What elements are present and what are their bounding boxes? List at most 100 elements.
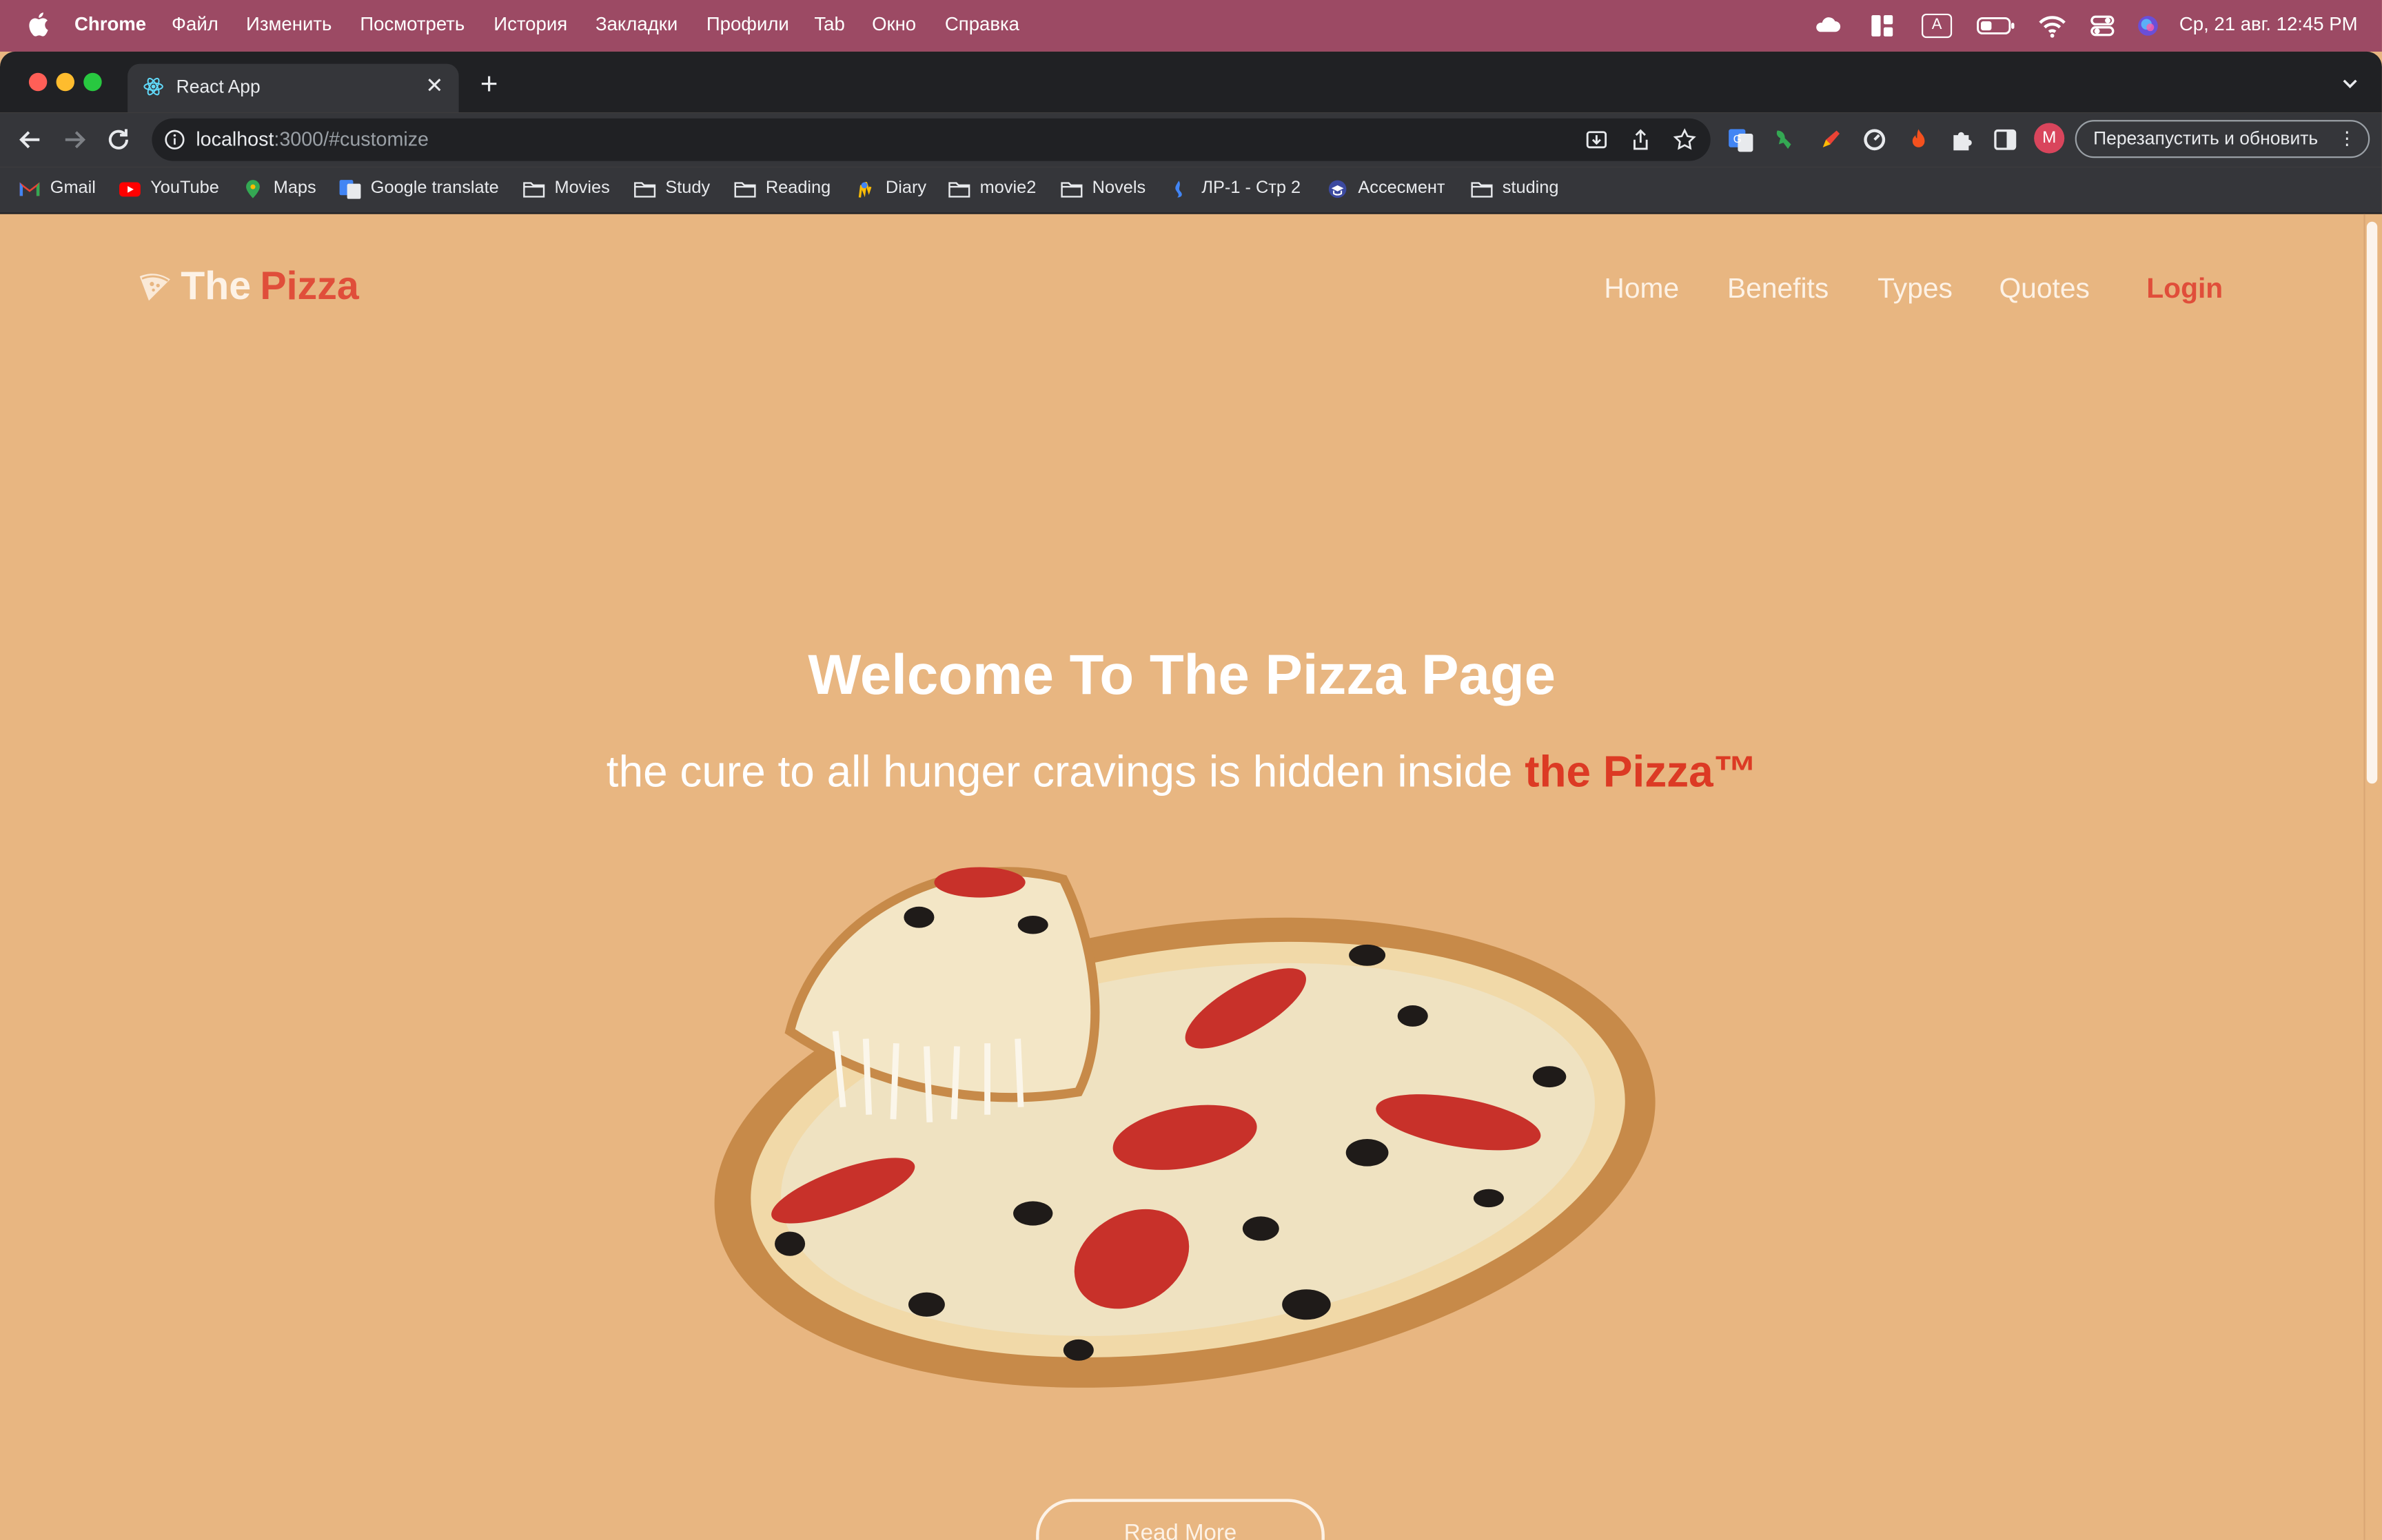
google-translate-extension-icon[interactable]: G bbox=[1727, 126, 1755, 154]
tab-title: React App bbox=[176, 76, 261, 98]
nav-quotes[interactable]: Quotes bbox=[1999, 272, 2089, 305]
new-tab-button[interactable]: + bbox=[474, 68, 505, 101]
folder-icon bbox=[1471, 181, 1493, 197]
translate-icon bbox=[339, 179, 361, 198]
bookmark-google-translate[interactable]: Google translate bbox=[338, 176, 499, 201]
menu-help[interactable]: Справка bbox=[945, 14, 1019, 35]
maps-icon bbox=[246, 179, 260, 198]
pizza-slice-icon bbox=[139, 273, 170, 300]
bookmark-studing[interactable]: studing bbox=[1470, 176, 1559, 201]
page-scrollbar-thumb[interactable] bbox=[2366, 221, 2378, 784]
hero-subtitle-accent: the Pizza™ bbox=[1525, 748, 1758, 798]
pizza-image bbox=[714, 867, 1656, 1388]
url-text[interactable]: localhost:3000/#customize bbox=[196, 127, 429, 150]
back-arrow-icon[interactable] bbox=[15, 125, 45, 155]
bookmark-label: Ассесмент bbox=[1358, 179, 1445, 198]
bookmark-study[interactable]: Study bbox=[633, 176, 710, 201]
bookmark-label: Diary bbox=[885, 179, 927, 198]
chevron-down-icon[interactable] bbox=[2339, 73, 2361, 94]
folder-icon bbox=[948, 181, 970, 197]
menu-history[interactable]: История bbox=[493, 14, 567, 35]
read-more-button[interactable]: Read More bbox=[1036, 1499, 1325, 1540]
maximize-window-button[interactable] bbox=[83, 72, 102, 92]
fire-extension-icon[interactable] bbox=[1905, 126, 1933, 154]
menu-app-name[interactable]: Chrome bbox=[74, 14, 146, 35]
hero-subtitle-text: the cure to all hunger cravings is hidde… bbox=[606, 748, 1513, 798]
menu-clock[interactable]: Ср, 21 авг. 12:45 PM bbox=[2179, 14, 2358, 35]
bookmark-maps[interactable]: Maps bbox=[241, 176, 316, 201]
macos-menu-bar: Chrome Файл Изменить Посмотреть История … bbox=[0, 0, 2382, 52]
close-tab-icon[interactable]: ✕ bbox=[423, 73, 447, 97]
bookmark-movie2[interactable]: movie2 bbox=[948, 176, 1036, 201]
side-panel-icon[interactable] bbox=[1991, 126, 2019, 154]
diary-icon bbox=[858, 181, 872, 197]
nav-benefits[interactable]: Benefits bbox=[1727, 272, 1829, 305]
bookmark-novels[interactable]: Novels bbox=[1060, 176, 1146, 201]
bookmark-diary[interactable]: Diary bbox=[854, 176, 926, 201]
nav-home[interactable]: Home bbox=[1604, 272, 1679, 305]
control-center-icon[interactable] bbox=[2087, 12, 2117, 40]
bookmark-label: ЛР-1 - Стр 2 bbox=[1201, 179, 1301, 198]
forward-arrow-icon[interactable] bbox=[59, 125, 90, 155]
lizard-extension-icon[interactable] bbox=[1771, 126, 1799, 154]
bookmark-label: Gmail bbox=[50, 179, 96, 198]
bookmark-youtube[interactable]: YouTube bbox=[119, 176, 219, 201]
hero-title: Welcome To The Pizza Page bbox=[808, 644, 1556, 706]
folder-icon bbox=[1061, 181, 1083, 197]
bookmark-reading[interactable]: Reading bbox=[734, 176, 831, 201]
assessment-icon bbox=[1328, 179, 1347, 198]
site-info-icon[interactable] bbox=[164, 129, 185, 150]
more-menu-icon[interactable]: ⋮ bbox=[2338, 121, 2356, 156]
menu-profiles[interactable]: Профили bbox=[706, 14, 789, 35]
bookmark-gmail[interactable]: Gmail bbox=[18, 176, 96, 201]
wifi-icon[interactable] bbox=[2037, 12, 2068, 40]
relaunch-label: Перезапустить и обновить bbox=[2093, 127, 2319, 149]
window-layout-icon[interactable] bbox=[1867, 12, 1897, 40]
hero-subtitle: the cure to all hunger cravings is hidde… bbox=[0, 749, 2363, 799]
input-source-icon[interactable]: A bbox=[1922, 13, 1953, 39]
logo-text-pizza: Pizza bbox=[260, 263, 359, 309]
profile-avatar[interactable]: M bbox=[2034, 123, 2065, 154]
address-bar[interactable]: localhost:3000/#customize bbox=[152, 118, 1711, 161]
site-logo[interactable]: The Pizza bbox=[136, 263, 359, 309]
battery-icon[interactable] bbox=[1976, 12, 2015, 40]
menu-view[interactable]: Посмотреть bbox=[360, 14, 465, 35]
cloud-icon[interactable] bbox=[1812, 12, 1842, 40]
nav-types[interactable]: Types bbox=[1877, 272, 1953, 305]
react-icon bbox=[143, 77, 163, 96]
bookmark-assessment[interactable]: Ассесмент bbox=[1326, 176, 1445, 201]
bookmark-label: YouTube bbox=[150, 179, 219, 198]
share-icon[interactable] bbox=[1629, 127, 1653, 152]
doc-icon bbox=[1175, 180, 1182, 197]
logo-text-the: The bbox=[181, 263, 252, 309]
reload-icon[interactable] bbox=[103, 125, 134, 155]
tab-react-app[interactable]: React App ✕ bbox=[128, 63, 459, 113]
menu-file[interactable]: Файл bbox=[172, 14, 218, 35]
puzzle-extensions-icon[interactable] bbox=[1949, 126, 1977, 154]
folder-icon bbox=[634, 181, 656, 197]
pen-extension-icon[interactable] bbox=[1817, 126, 1844, 154]
install-app-icon[interactable] bbox=[1585, 127, 1609, 152]
siri-icon[interactable] bbox=[2132, 12, 2163, 40]
bookmark-label: Maps bbox=[273, 179, 316, 198]
menu-window[interactable]: Окно bbox=[872, 14, 916, 35]
relaunch-update-button[interactable]: Перезапустить и обновить ⋮ bbox=[2075, 120, 2370, 158]
apple-icon[interactable] bbox=[28, 12, 49, 37]
bookmark-movies[interactable]: Movies bbox=[522, 176, 610, 201]
menu-bookmarks[interactable]: Закладки bbox=[596, 14, 678, 35]
bookmark-star-icon[interactable] bbox=[1673, 127, 1697, 152]
minimize-window-button[interactable] bbox=[56, 72, 74, 92]
bookmark-lr1[interactable]: ЛР-1 - Стр 2 bbox=[1170, 176, 1301, 201]
svg-text:G: G bbox=[1733, 134, 1742, 145]
folder-icon bbox=[734, 181, 756, 197]
speed-dial-extension-icon[interactable] bbox=[1861, 126, 1889, 154]
page-viewport: The Pizza Home Benefits Types Quotes Log… bbox=[0, 214, 2364, 1540]
menu-edit[interactable]: Изменить bbox=[246, 14, 332, 35]
close-window-button[interactable] bbox=[28, 72, 48, 92]
gmail-icon bbox=[19, 181, 40, 196]
bookmark-label: movie2 bbox=[979, 179, 1037, 198]
bookmark-label: Reading bbox=[765, 179, 831, 198]
menu-tab[interactable]: Tab bbox=[814, 14, 844, 35]
nav-login[interactable]: Login bbox=[2146, 272, 2223, 305]
bookmark-label: Movies bbox=[554, 179, 610, 198]
